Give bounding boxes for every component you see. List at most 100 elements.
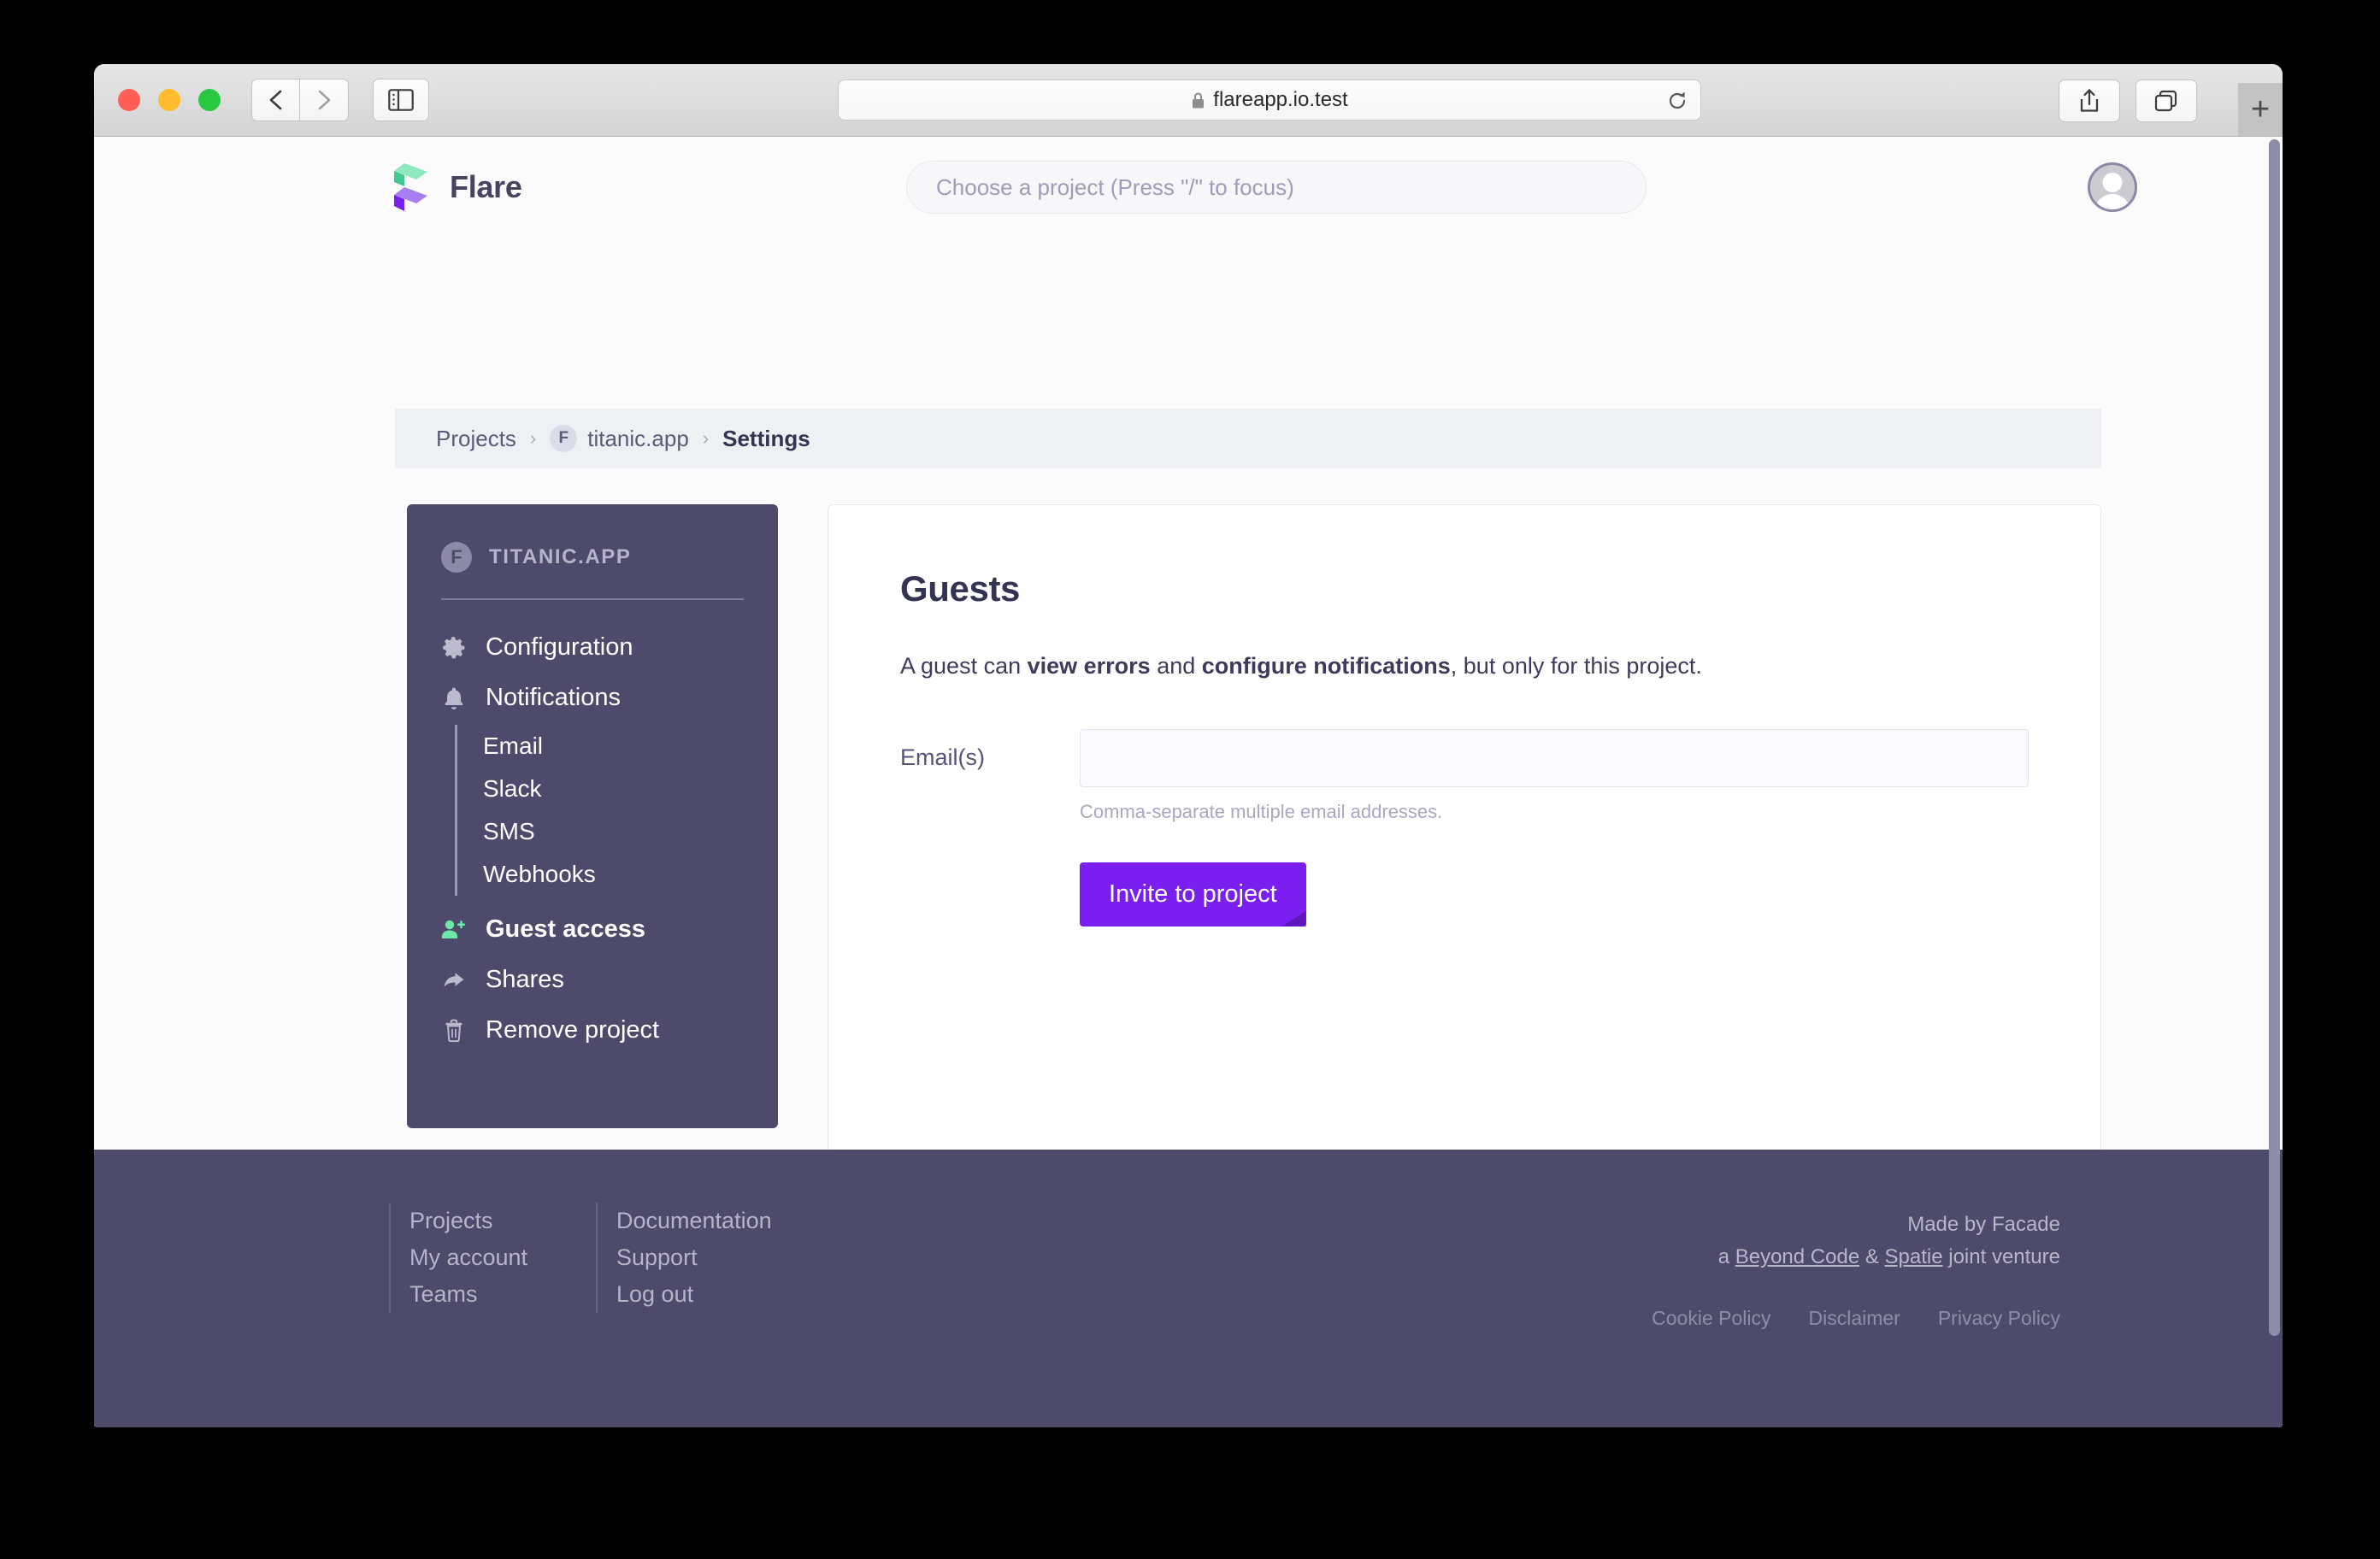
project-search-placeholder: Choose a project (Press "/" to focus): [936, 174, 1294, 200]
breadcrumb-project[interactable]: F titanic.app: [550, 425, 689, 452]
page-title: Guests: [900, 568, 1020, 609]
footer-link-documentation[interactable]: Documentation: [616, 1203, 772, 1239]
venture-suffix: joint venture: [1942, 1245, 2060, 1268]
sidebar-subitem-webhooks[interactable]: Webhooks: [483, 853, 778, 896]
sidebar-item-label: Guest access: [486, 915, 646, 943]
navigation-buttons: [251, 79, 349, 121]
footer-policy-links: Cookie Policy Disclaimer Privacy Policy: [1652, 1307, 2060, 1330]
scrollbar-thumb[interactable]: [2269, 139, 2280, 1336]
desc-bold-view-errors: view errors: [1027, 653, 1151, 679]
footer-joint-venture: a Beyond Code & Spatie joint venture: [1652, 1245, 2060, 1269]
flare-logo-icon: [394, 163, 427, 211]
lock-icon: [1191, 91, 1205, 109]
avatar-body: [2094, 194, 2130, 209]
footer-credits: Made by Facade a Beyond Code & Spatie jo…: [1652, 1213, 2060, 1330]
email-field-hint: Comma-separate multiple email addresses.: [1080, 800, 1443, 822]
desc-text-1: A guest can: [900, 653, 1028, 679]
reload-icon: [1669, 91, 1686, 109]
sidebar-item-remove-project[interactable]: Remove project: [407, 1005, 778, 1056]
page-viewport: Flare Choose a project (Press "/" to foc…: [94, 137, 2283, 1427]
share-button[interactable]: [2059, 79, 2120, 122]
footer-link-projects[interactable]: Projects: [409, 1203, 555, 1239]
new-tab-button[interactable]: +: [2238, 83, 2283, 136]
back-button[interactable]: [251, 79, 300, 121]
guests-card-body: Guests A guest can view errors and confi…: [828, 505, 2100, 990]
sidebar-project-name: TITANIC.APP: [489, 545, 632, 568]
gear-icon: [441, 636, 467, 660]
sidebar-subnav-notifications: Email Slack SMS Webhooks: [455, 725, 778, 896]
sidebar-item-notifications[interactable]: Notifications: [407, 673, 778, 723]
new-tab-label: +: [2250, 91, 2271, 127]
page-scrollbar[interactable]: [2267, 137, 2283, 1427]
window-controls: [118, 89, 221, 111]
sidebar-subitem-email[interactable]: Email: [483, 725, 778, 768]
trash-icon: [441, 1019, 467, 1043]
sidebar-item-shares[interactable]: Shares: [407, 955, 778, 1005]
share-icon: [2080, 89, 2099, 112]
venture-amp: &: [1859, 1245, 1885, 1268]
page-footer: Projects My account Teams Documentation …: [94, 1150, 2283, 1427]
desc-text-3: , but only for this project.: [1450, 653, 1702, 679]
project-badge: F: [550, 425, 578, 452]
invite-to-project-button[interactable]: Invite to project: [1080, 862, 1306, 927]
desc-bold-configure-notifications: configure notifications: [1201, 653, 1451, 679]
chevron-right-icon: [318, 90, 331, 110]
sidebar-item-label: Configuration: [486, 633, 633, 661]
user-avatar[interactable]: [2088, 162, 2137, 212]
guests-card: Guests A guest can view errors and confi…: [828, 504, 2101, 1227]
footer-link-cookie-policy[interactable]: Cookie Policy: [1652, 1307, 1770, 1330]
guests-description: A guest can view errors and configure no…: [900, 650, 2029, 683]
footer-link-columns: Projects My account Teams Documentation …: [389, 1203, 813, 1313]
footer-link-my-account[interactable]: My account: [409, 1239, 555, 1276]
footer-link-spatie[interactable]: Spatie: [1885, 1245, 1943, 1268]
app-header: Flare Choose a project (Press "/" to foc…: [94, 137, 2283, 238]
footer-link-log-out[interactable]: Log out: [616, 1276, 772, 1313]
breadcrumb-projects[interactable]: Projects: [436, 426, 516, 452]
reload-button[interactable]: [1666, 90, 1688, 112]
user-plus-icon: [441, 919, 467, 941]
avatar-head: [2102, 173, 2123, 192]
address-bar[interactable]: flareapp.io.test: [838, 79, 1701, 121]
browser-titlebar: flareapp.io.test +: [94, 64, 2283, 137]
minimize-window-button[interactable]: [158, 89, 180, 111]
breadcrumb: Projects › F titanic.app › Settings: [395, 409, 2101, 468]
browser-toolbar-right: [2059, 79, 2197, 122]
close-window-button[interactable]: [118, 89, 140, 111]
sidebar-project-badge: F: [441, 542, 472, 573]
sidebar-toggle-button[interactable]: [373, 79, 429, 121]
desc-text-2: and: [1150, 653, 1202, 679]
sidebar-item-guest-access[interactable]: Guest access: [407, 904, 778, 955]
footer-column-account: Projects My account Teams: [389, 1203, 596, 1313]
share-arrow-icon: [441, 970, 467, 991]
brand-logo[interactable]: Flare: [393, 161, 522, 214]
email-form-row: Email(s) Comma-separate multiple email a…: [900, 728, 2029, 927]
sidebar-toggle-icon: [388, 89, 414, 111]
sidebar-item-configuration[interactable]: Configuration: [407, 622, 778, 673]
sidebar-item-label: Notifications: [486, 684, 621, 711]
bell-icon: [441, 686, 467, 710]
sidebar-subitem-slack[interactable]: Slack: [483, 768, 778, 810]
breadcrumb-separator: ›: [529, 427, 537, 449]
project-search-input[interactable]: Choose a project (Press "/" to focus): [906, 161, 1647, 214]
maximize-window-button[interactable]: [198, 89, 221, 111]
footer-link-teams[interactable]: Teams: [409, 1276, 555, 1313]
brand-name: Flare: [450, 169, 522, 204]
email-field-wrapper: Comma-separate multiple email addresses.…: [1080, 728, 2029, 927]
footer-link-support[interactable]: Support: [616, 1239, 772, 1276]
breadcrumb-current: Settings: [722, 425, 810, 451]
sidebar-subitem-sms[interactable]: SMS: [483, 810, 778, 853]
email-input[interactable]: [1080, 728, 2029, 787]
footer-link-beyond-code[interactable]: Beyond Code: [1735, 1245, 1859, 1268]
footer-made-by: Made by Facade: [1907, 1213, 2060, 1236]
footer-column-help: Documentation Support Log out: [596, 1203, 813, 1313]
tab-overview-icon: [2154, 90, 2177, 112]
sidebar-divider: [441, 598, 744, 600]
footer-link-disclaimer[interactable]: Disclaimer: [1809, 1307, 1900, 1330]
sidebar-project-header: F TITANIC.APP: [407, 542, 778, 573]
footer-link-privacy-policy[interactable]: Privacy Policy: [1938, 1307, 2060, 1330]
browser-window: flareapp.io.test + Flare Choose a projec…: [94, 64, 2283, 1427]
forward-button[interactable]: [300, 79, 349, 121]
email-field-label: Email(s): [900, 744, 985, 770]
tab-overview-button[interactable]: [2136, 79, 2197, 122]
address-bar-url: flareapp.io.test: [1213, 88, 1348, 111]
